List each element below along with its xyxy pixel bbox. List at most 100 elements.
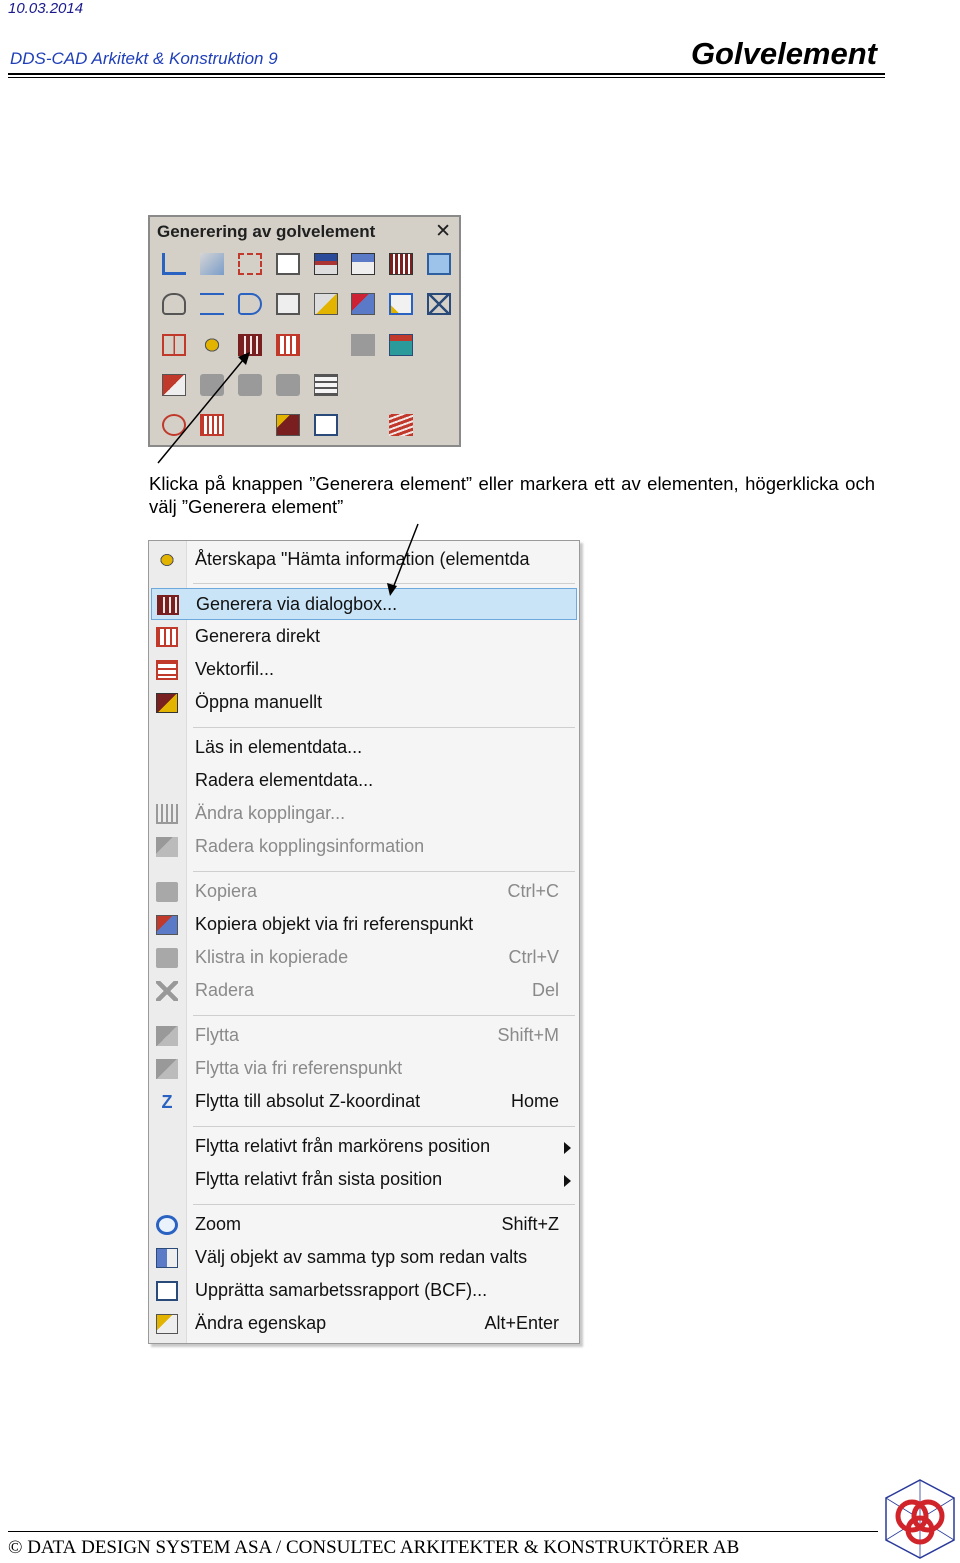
edit-element-icon[interactable] (314, 293, 338, 315)
measure-icon[interactable] (162, 253, 186, 275)
menu-item-label: Vektorfil... (195, 659, 275, 679)
copyright-symbol: © (8, 1537, 23, 1558)
generate-element-icon[interactable] (238, 334, 262, 356)
menu-item-label: Radera kopplingsinformation (195, 836, 425, 856)
menu-item-label: Generera via dialogbox... (196, 594, 398, 614)
menu-separator (193, 1126, 575, 1127)
disabled-tool-4-icon[interactable] (276, 374, 300, 396)
menu-item-move-ref[interactable]: Flytta via fri referenspunkt (151, 1053, 577, 1085)
menu-item-vector-file[interactable]: Vektorfil... (151, 654, 577, 686)
copy-element-icon[interactable] (351, 293, 375, 315)
menu-item-move[interactable]: Flytta Shift+M (151, 1020, 577, 1052)
window-icon[interactable] (351, 253, 375, 275)
footer-initial: K (543, 1537, 558, 1558)
menu-item-properties[interactable]: Ändra egenskap Alt+Enter (151, 1308, 577, 1340)
menu-item-shortcut: Alt+Enter (484, 1313, 559, 1333)
close-icon[interactable]: ✕ (435, 220, 451, 243)
text-element-icon[interactable] (276, 253, 300, 275)
menu-item-bcf[interactable]: Upprätta samarbetssrapport (BCF)... (151, 1275, 577, 1307)
disabled-tool-3-icon[interactable] (238, 374, 262, 396)
menu-item-shortcut: Shift+M (497, 1025, 559, 1045)
menu-item-shortcut: Del (531, 980, 559, 1000)
generate-direct-tb-icon[interactable] (276, 334, 300, 356)
frame-icon[interactable] (389, 293, 413, 315)
properties-icon (156, 1314, 178, 1334)
menu-item-label: Kopiera (195, 881, 258, 901)
disabled-tool-2-icon[interactable] (200, 374, 224, 396)
floor-element-toolbar: Generering av golvelement ✕ (148, 215, 461, 447)
grid-tool-icon[interactable] (200, 414, 224, 436)
date: 10.03.2014 (8, 0, 84, 17)
footer-word: ONSULTEC (298, 1537, 397, 1558)
grid-element-icon[interactable] (389, 253, 413, 275)
insert-point-icon[interactable] (238, 253, 262, 275)
vector-file-icon (156, 660, 178, 680)
menu-item-move-z[interactable]: Z Flytta till absolut Z-koordinat Home (151, 1086, 577, 1118)
footer-word: AB (709, 1537, 740, 1558)
footer-word: ONSTRUKTÖRER (557, 1537, 710, 1558)
copy-ref-icon (156, 915, 178, 935)
menu-item-label: Kopiera objekt via fri referenspunkt (195, 914, 474, 934)
menu-item-shortcut: Ctrl+C (507, 881, 559, 901)
menu-separator (193, 1015, 575, 1016)
list-icon[interactable] (314, 374, 338, 396)
zoom-icon (156, 1215, 178, 1235)
delete-element-icon[interactable] (427, 293, 451, 315)
building-info-icon[interactable] (200, 253, 224, 275)
z-icon: Z (161, 1092, 173, 1112)
info-fetch-icon[interactable] (200, 334, 224, 356)
print-icon[interactable] (276, 414, 300, 436)
menu-item-zoom[interactable]: Zoom Shift+Z (151, 1209, 577, 1241)
menu-item-move-rel-last[interactable]: Flytta relativt från sista position (151, 1164, 577, 1196)
floor-plan-icon[interactable] (162, 334, 186, 356)
menu-item-read-data[interactable]: Läs in elementdata... (151, 732, 577, 764)
move-ref-icon (156, 1059, 178, 1079)
vertex-edit-icon[interactable] (200, 293, 224, 315)
layer-icon[interactable] (314, 253, 338, 275)
footer-word: ASA / (230, 1537, 286, 1558)
footer-word: RKITEKTER (413, 1537, 520, 1558)
menu-item-label: Flytta relativt från sista position (195, 1169, 443, 1189)
menu-item-label: Återskapa "Hämta information (elementda (195, 549, 530, 569)
menu-item-label: Ändra kopplingar... (195, 803, 346, 823)
menu-item-label: Radera elementdata... (195, 770, 374, 790)
menu-item-label: Flytta (195, 1025, 240, 1045)
menu-item-copy-ref[interactable]: Kopiera objekt via fri referenspunkt (151, 909, 577, 941)
menu-item-label: Flytta relativt från markörens position (195, 1136, 491, 1156)
select-same-icon (156, 1248, 178, 1268)
header-rule (8, 73, 885, 75)
connections-icon (156, 804, 178, 824)
footer-initial: C (285, 1537, 299, 1558)
footer-word: ESIGN (94, 1537, 151, 1558)
menu-item-generate-dialog[interactable]: Generera via dialogbox... (151, 588, 577, 620)
menu-item-select-same[interactable]: Välj objekt av samma typ som redan valts (151, 1242, 577, 1274)
contour-icon[interactable] (238, 293, 262, 315)
split-element-icon[interactable] (162, 374, 186, 396)
color-map-icon[interactable] (389, 334, 413, 356)
open-manual-icon (156, 693, 178, 713)
hatch-icon[interactable] (389, 414, 413, 436)
footer-word: ATA (40, 1537, 77, 1558)
menu-item-shortcut: Home (510, 1091, 559, 1111)
polygon-icon[interactable] (162, 293, 186, 315)
menu-item-shortcut: Shift+Z (501, 1214, 559, 1234)
menu-item-delete-connections[interactable]: Radera kopplingsinformation (151, 831, 577, 863)
menu-item-restore[interactable]: Återskapa "Hämta information (elementda (151, 544, 577, 576)
menu-item-open-manual[interactable]: Öppna manuellt (151, 687, 577, 719)
radial-icon[interactable] (162, 414, 186, 436)
menu-item-copy[interactable]: Kopiera Ctrl+C (151, 876, 577, 908)
disabled-tool-icon[interactable] (351, 334, 375, 356)
page-heading: Golvelement (690, 36, 877, 71)
menu-item-paste[interactable]: Klistra in kopierade Ctrl+V (151, 942, 577, 974)
menu-item-label: Generera direkt (195, 626, 321, 646)
menu-item-delete[interactable]: Radera Del (151, 975, 577, 1007)
menu-item-change-connections[interactable]: Ändra kopplingar... (151, 798, 577, 830)
menu-item-label: Zoom (195, 1214, 242, 1234)
document-icon[interactable] (276, 293, 300, 315)
numbering-icon[interactable] (314, 414, 338, 436)
panel-icon[interactable] (427, 253, 451, 275)
menu-item-generate-direct[interactable]: Generera direkt (151, 621, 577, 653)
menu-item-delete-data[interactable]: Radera elementdata... (151, 765, 577, 797)
move-icon (156, 1026, 178, 1046)
menu-item-move-rel-cursor[interactable]: Flytta relativt från markörens position (151, 1131, 577, 1163)
